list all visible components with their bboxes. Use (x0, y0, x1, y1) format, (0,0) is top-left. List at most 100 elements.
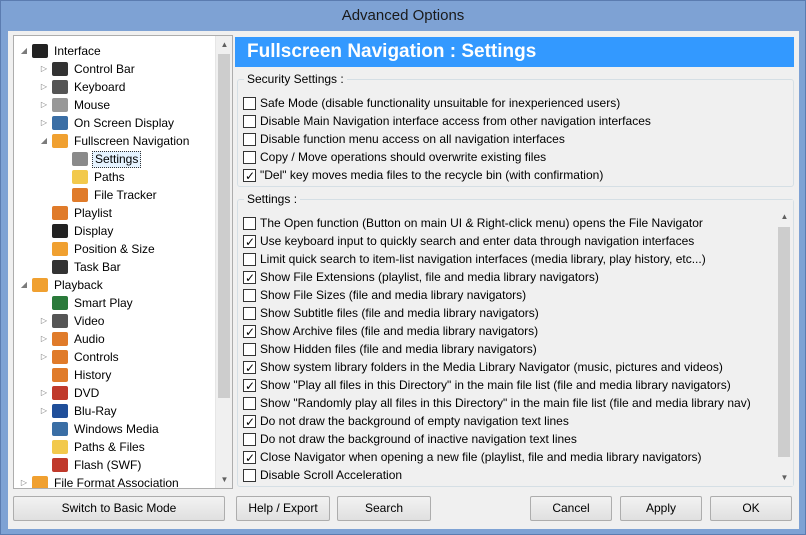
checkbox-checked[interactable] (243, 413, 256, 431)
scroll-down-icon[interactable]: ▼ (776, 469, 793, 486)
tree-item-position-size[interactable]: Position & Size (38, 240, 157, 258)
checkbox-checked[interactable] (243, 377, 256, 395)
setting-option[interactable]: Close Navigator when opening a new file … (243, 448, 702, 467)
tree-item-smart-play[interactable]: Smart Play (38, 294, 135, 312)
expand-arrow-icon[interactable]: ▷ (38, 60, 50, 78)
checkbox-checked[interactable] (243, 359, 256, 377)
checkbox-checked[interactable] (243, 323, 256, 341)
security-option[interactable]: Copy / Move operations should overwrite … (243, 148, 546, 166)
play-icon (32, 278, 48, 292)
ok-button[interactable]: OK (710, 496, 792, 521)
setting-option[interactable]: Do not draw the background of inactive n… (243, 430, 577, 448)
checkbox-unchecked[interactable] (243, 216, 256, 230)
scroll-up-icon[interactable]: ▲ (776, 208, 793, 225)
checkbox-unchecked[interactable] (243, 252, 256, 266)
tree-item-task-bar[interactable]: Task Bar (38, 258, 123, 276)
collapse-arrow-icon[interactable]: ◢ (18, 276, 30, 294)
tree-item-video[interactable]: ▷ Video (38, 312, 106, 330)
settings-scrollbar[interactable]: ▲ ▼ (776, 200, 793, 486)
checkbox-unchecked[interactable] (243, 114, 256, 128)
setting-option[interactable]: Use keyboard input to quickly search and… (243, 232, 694, 251)
tree-item-file-format-association[interactable]: ▷ File Format Association (18, 474, 181, 488)
tree-item-playback[interactable]: ◢ Playback (18, 276, 105, 294)
tree-item-settings[interactable]: Settings (58, 150, 142, 168)
checkbox-unchecked[interactable] (243, 468, 256, 482)
setting-option[interactable]: Show Subtitle files (file and media libr… (243, 304, 539, 322)
checkbox-checked[interactable] (243, 449, 256, 467)
collapse-arrow-icon[interactable]: ◢ (18, 42, 30, 60)
expand-arrow-icon[interactable]: ▷ (38, 78, 50, 96)
expand-arrow-icon[interactable]: ▷ (38, 312, 50, 330)
setting-option[interactable]: Show Archive files (file and media libra… (243, 322, 538, 341)
help-export-button[interactable]: Help / Export (236, 496, 330, 521)
setting-option[interactable]: Show File Extensions (playlist, file and… (243, 268, 599, 287)
expand-arrow-icon[interactable]: ▷ (38, 348, 50, 366)
tree-item-interface[interactable]: ◢ Interface (18, 42, 103, 60)
setting-option[interactable]: Do not draw the background of empty navi… (243, 412, 569, 431)
file-assoc-icon (32, 476, 48, 488)
scroll-up-icon[interactable]: ▲ (216, 36, 232, 53)
switch-basic-mode-button[interactable]: Switch to Basic Mode (13, 496, 225, 521)
cancel-button[interactable]: Cancel (530, 496, 612, 521)
checkbox-unchecked[interactable] (243, 342, 256, 356)
expand-arrow-icon[interactable]: ▷ (38, 96, 50, 114)
tree-item-keyboard[interactable]: ▷ Keyboard (38, 78, 127, 96)
tree-item-paths-files[interactable]: Paths & Files (38, 438, 147, 456)
checkbox-unchecked[interactable] (243, 396, 256, 410)
tree-item-playlist[interactable]: Playlist (38, 204, 114, 222)
setting-option[interactable]: Show "Play all files in this Directory" … (243, 376, 731, 395)
security-option[interactable]: "Del" key moves media files to the recyc… (243, 166, 603, 185)
tree-item-mouse[interactable]: ▷ Mouse (38, 96, 112, 114)
setting-option[interactable]: Show Hidden files (file and media librar… (243, 340, 537, 358)
setting-option[interactable]: Show File Sizes (file and media library … (243, 286, 526, 304)
tree-item-windows-media[interactable]: Windows Media (38, 420, 161, 438)
tree-scroll-thumb[interactable] (218, 54, 230, 398)
checkbox-checked[interactable] (243, 167, 256, 185)
checkbox-unchecked[interactable] (243, 150, 256, 164)
setting-option[interactable]: The Open function (Button on main UI & R… (243, 214, 703, 232)
collapse-arrow-icon[interactable]: ◢ (38, 132, 50, 150)
setting-option[interactable]: Show "Randomly play all files in this Di… (243, 394, 751, 412)
security-option[interactable]: Safe Mode (disable functionality unsuita… (243, 94, 620, 112)
scroll-down-icon[interactable]: ▼ (216, 471, 232, 488)
tree-item-fullscreen-navigation[interactable]: ◢ Fullscreen Navigation (38, 132, 191, 150)
expand-arrow-icon[interactable]: ▷ (38, 402, 50, 420)
options-tree[interactable]: ▲ ▼ ◢ Interface ▷ Control Bar ▷ Keyboard ▷ Mous… (13, 35, 233, 489)
checkbox-unchecked[interactable] (243, 288, 256, 302)
tree-item-display[interactable]: Display (38, 222, 115, 240)
security-option[interactable]: Disable function menu access on all navi… (243, 130, 565, 148)
tree-item-control-bar[interactable]: ▷ Control Bar (38, 60, 137, 78)
tree-item-history[interactable]: History (38, 366, 113, 384)
apply-button[interactable]: Apply (620, 496, 702, 521)
expand-arrow-icon[interactable]: ▷ (38, 330, 50, 348)
checkbox-unchecked[interactable] (243, 306, 256, 320)
window-title: Advanced Options (341, 7, 465, 24)
checkbox-unchecked[interactable] (243, 432, 256, 446)
tree-item-controls[interactable]: ▷ Controls (38, 348, 121, 366)
expand-arrow-icon[interactable]: ▷ (38, 114, 50, 132)
tree-item-blu-ray[interactable]: ▷ Blu-Ray (38, 402, 119, 420)
option-label: Disable Scroll Acceleration (260, 468, 403, 482)
tree-item-file-tracker[interactable]: File Tracker (58, 186, 159, 204)
tree-scrollbar[interactable]: ▲ ▼ (215, 36, 232, 488)
tree-item-label: Display (74, 224, 114, 238)
tree-item-label: Playback (54, 278, 103, 292)
checkbox-checked[interactable] (243, 233, 256, 251)
expand-arrow-icon[interactable]: ▷ (38, 384, 50, 402)
setting-option[interactable]: Show system library folders in the Media… (243, 358, 723, 377)
security-option[interactable]: Disable Main Navigation interface access… (243, 112, 651, 130)
checkbox-checked[interactable] (243, 269, 256, 287)
tree-item-paths[interactable]: Paths (58, 168, 127, 186)
tree-item-dvd[interactable]: ▷ DVD (38, 384, 101, 402)
search-button[interactable]: Search (337, 496, 431, 521)
settings-scroll-thumb[interactable] (778, 227, 790, 457)
checkbox-unchecked[interactable] (243, 132, 256, 146)
video-icon (52, 314, 68, 328)
tree-item-on-screen-display[interactable]: ▷ On Screen Display (38, 114, 176, 132)
setting-option[interactable]: Disable Scroll Acceleration (243, 466, 402, 484)
tree-item-flash-swf[interactable]: Flash (SWF) (38, 456, 143, 474)
checkbox-unchecked[interactable] (243, 96, 256, 110)
tree-item-audio[interactable]: ▷ Audio (38, 330, 107, 348)
setting-option[interactable]: Limit quick search to item-list navigati… (243, 250, 706, 268)
expand-arrow-icon[interactable]: ▷ (18, 474, 30, 488)
